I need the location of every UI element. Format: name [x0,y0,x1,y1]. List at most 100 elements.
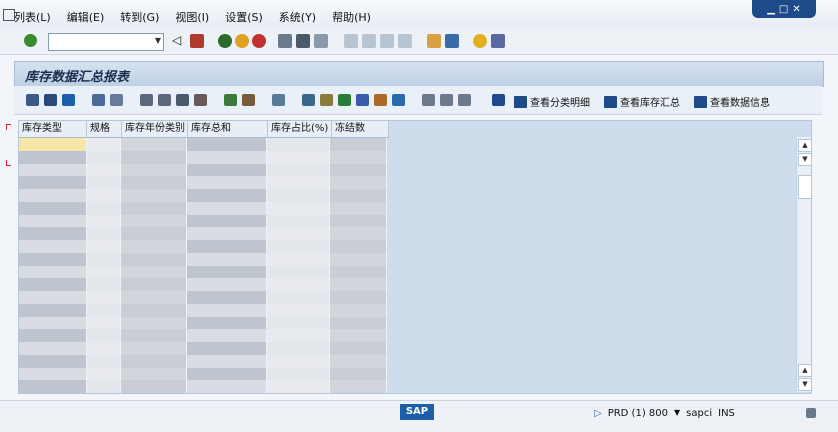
table-cell[interactable] [19,176,87,189]
table-cell[interactable] [266,342,331,355]
table-cell[interactable] [121,214,188,228]
find-next-icon[interactable] [314,34,328,48]
word-processing-icon[interactable] [356,94,369,106]
scroll-bottom-icon[interactable]: ▼ [798,378,812,391]
table-row[interactable] [19,240,387,253]
table-cell[interactable] [19,380,87,393]
find-icon[interactable] [296,34,310,48]
menu-system[interactable]: 系统(Y) [279,9,316,25]
table-cell[interactable] [330,342,387,355]
table-cell[interactable] [266,214,331,228]
table-cell[interactable] [330,316,387,330]
table-row[interactable] [19,189,387,202]
table-cell[interactable] [121,278,188,291]
filter-delete-icon[interactable] [194,94,207,106]
scroll-up-icon[interactable]: ▼ [798,153,812,166]
table-cell[interactable] [330,138,387,151]
table-cell[interactable] [266,240,331,253]
table-cell[interactable] [187,291,267,304]
table-cell[interactable] [330,354,387,368]
table-cell[interactable] [187,176,267,189]
system-info[interactable]: PRD (1) 800 [608,408,668,419]
table-cell[interactable] [121,380,188,393]
print-icon[interactable] [278,34,292,48]
enter-icon[interactable] [24,34,37,47]
table-cell[interactable] [19,150,87,164]
table-cell[interactable] [121,329,188,342]
table-cell[interactable] [86,163,122,177]
cancel-icon[interactable] [252,34,266,48]
table-cell[interactable] [187,252,267,266]
table-cell[interactable] [121,138,188,151]
table-cell[interactable] [19,265,87,279]
deselect-all-icon[interactable] [110,94,123,106]
table-cell[interactable] [187,329,267,342]
table-cell[interactable] [330,303,387,317]
table-cell[interactable] [187,214,267,228]
table-cell[interactable] [330,176,387,189]
table-cell[interactable] [121,303,188,317]
table-cell[interactable] [330,201,387,215]
column-header-frozen-qty[interactable]: 冻结数 [332,121,389,137]
menu-edit[interactable]: 编辑(E) [67,9,105,25]
table-cell[interactable] [121,316,188,330]
back-arrow-icon[interactable]: ◁ [172,34,186,48]
sort-descending-icon[interactable] [158,94,171,106]
table-cell[interactable] [121,265,188,279]
filter-icon[interactable] [176,94,189,106]
next-page-icon[interactable] [380,34,394,48]
table-cell[interactable] [121,252,188,266]
table-cell[interactable] [86,380,122,393]
table-cell[interactable] [19,316,87,330]
layout-menu-icon[interactable] [491,34,505,48]
export-icon[interactable] [302,94,315,106]
scroll-down-icon[interactable]: ▲ [798,364,812,377]
column-header-stock-total[interactable]: 库存总和 [188,121,268,137]
table-cell[interactable] [19,138,87,151]
table-cell[interactable] [330,380,387,393]
table-cell[interactable] [330,291,387,304]
table-cell[interactable] [266,201,331,215]
table-cell[interactable] [266,316,331,330]
table-cell[interactable] [86,189,122,202]
column-header-stock-type[interactable]: 库存类型 [19,121,87,137]
table-cell[interactable] [86,214,122,228]
select-all-icon[interactable] [92,94,105,106]
table-cell[interactable] [266,367,331,381]
info-icon[interactable] [492,94,505,106]
table-cell[interactable] [121,367,188,381]
table-row[interactable] [19,150,387,164]
table-cell[interactable] [187,354,267,368]
table-row[interactable] [19,163,387,177]
table-cell[interactable] [187,342,267,355]
table-row[interactable] [19,214,387,228]
table-cell[interactable] [266,189,331,202]
table-cell[interactable] [330,329,387,342]
table-cell[interactable] [86,138,122,151]
table-cell[interactable] [266,150,331,164]
chevron-down-icon[interactable]: ▼ [155,36,161,45]
sort-ascending-icon[interactable] [140,94,153,106]
menu-list[interactable]: 列表(L) [14,9,51,25]
table-cell[interactable] [330,150,387,164]
table-cell[interactable] [121,150,188,164]
table-cell[interactable] [121,227,188,240]
table-cell[interactable] [86,176,122,189]
table-cell[interactable] [19,227,87,240]
table-cell[interactable] [187,380,267,393]
print-preview-icon[interactable] [272,94,285,106]
table-row[interactable] [19,380,387,393]
table-cell[interactable] [187,201,267,215]
menu-view[interactable]: 视图(I) [175,9,209,25]
table-cell[interactable] [187,316,267,330]
vertical-scrollbar[interactable]: ▲ ▼ ▲ ▼ [796,137,812,392]
table-cell[interactable] [187,240,267,253]
table-cell[interactable] [121,240,188,253]
table-cell[interactable] [266,163,331,177]
exit-icon[interactable] [235,34,249,48]
table-cell[interactable] [330,214,387,228]
table-cell[interactable] [86,342,122,355]
table-cell[interactable] [86,278,122,291]
table-cell[interactable] [86,201,122,215]
table-row[interactable] [19,316,387,330]
